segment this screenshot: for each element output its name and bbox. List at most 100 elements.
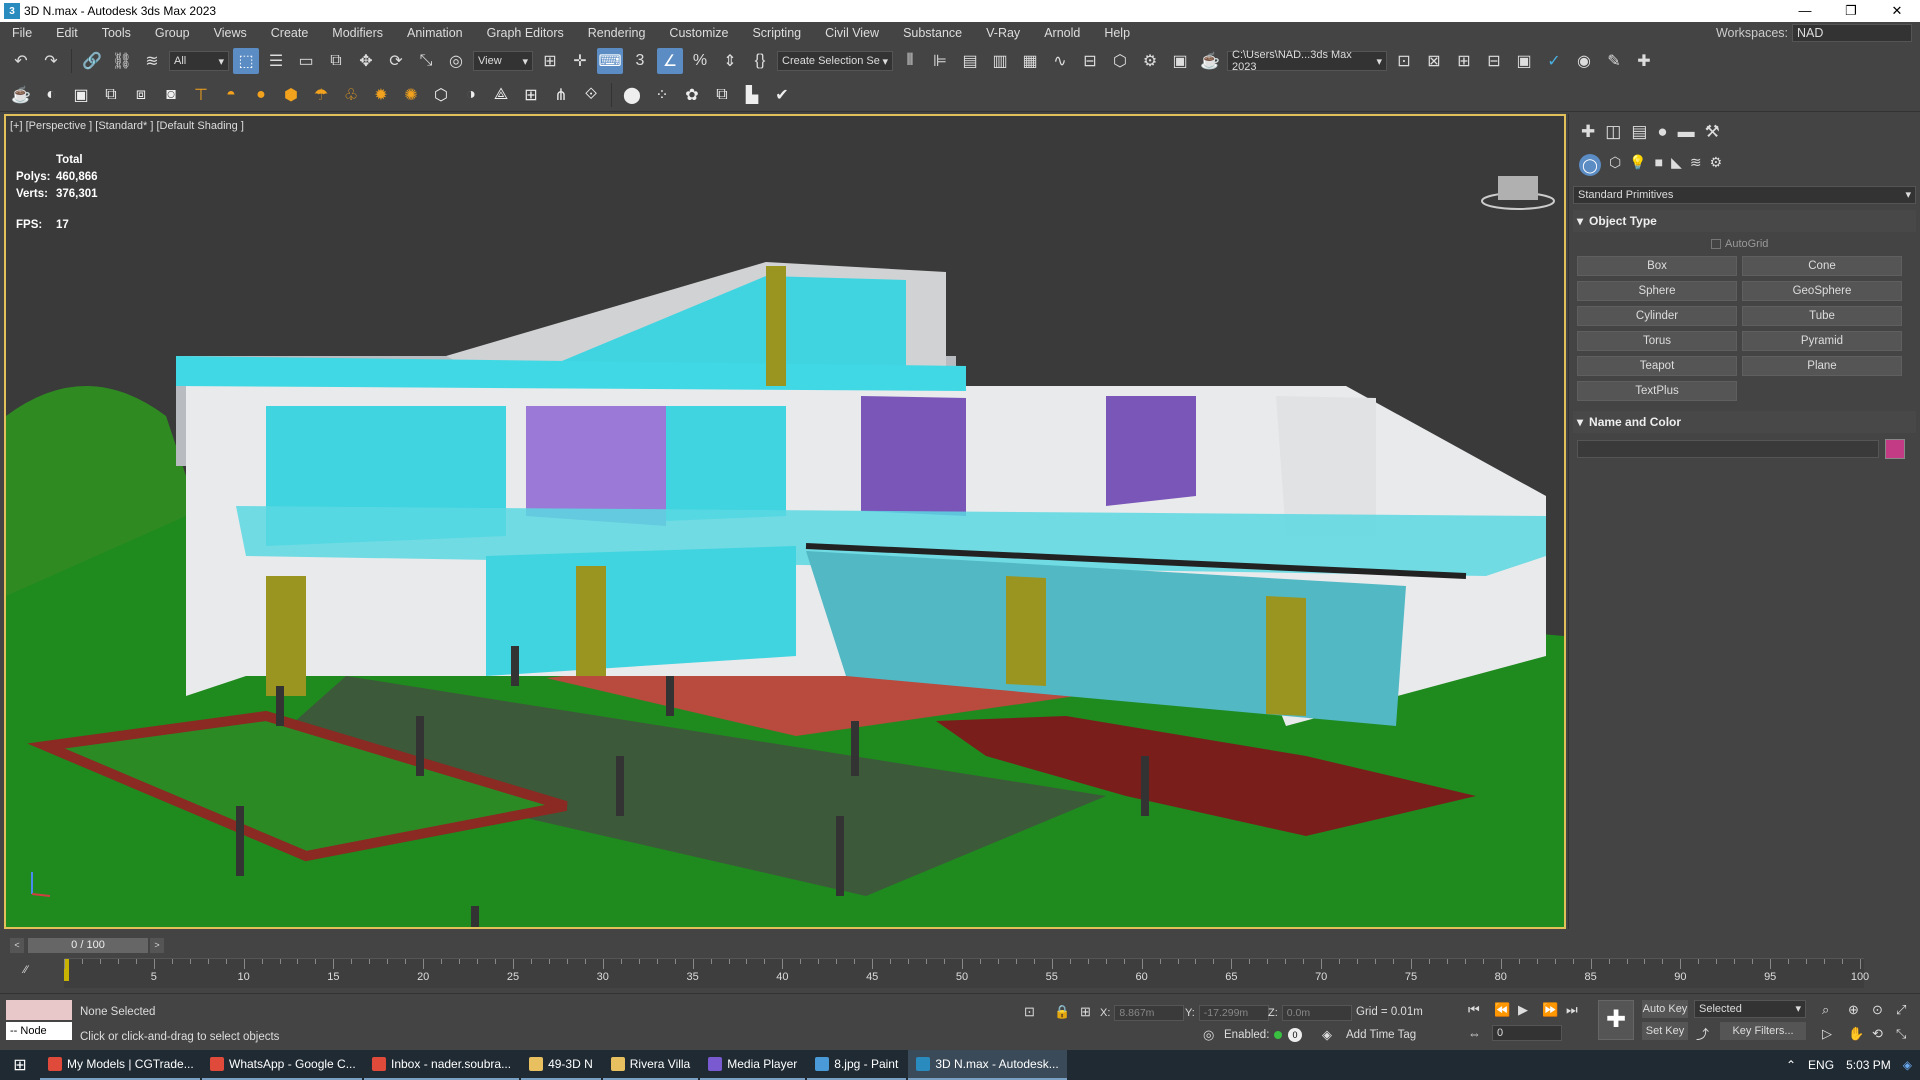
enabled-indicator[interactable] <box>1274 1031 1282 1039</box>
clock[interactable]: 5:03 PM <box>1846 1058 1891 1072</box>
sync-icon[interactable]: ◉ <box>1571 48 1597 74</box>
autogrid-option[interactable]: AutoGrid <box>1711 238 1916 250</box>
select-and-place-icon[interactable]: ◎ <box>443 48 469 74</box>
menu-substance[interactable]: Substance <box>891 22 974 44</box>
menu-customize[interactable]: Customize <box>657 22 740 44</box>
taskbar-item-cgtrader[interactable]: My Models | CGTrade... <box>40 1050 200 1080</box>
plane-button[interactable]: Plane <box>1742 356 1902 376</box>
object-type-header[interactable]: ▾ Object Type <box>1573 210 1916 232</box>
menu-animation[interactable]: Animation <box>395 22 475 44</box>
pan-icon[interactable]: ✋ <box>1848 1026 1864 1042</box>
tray-app-icon[interactable]: ◈ <box>1903 1058 1912 1072</box>
sun-icon[interactable]: ✹ <box>368 82 394 108</box>
key-selection-dropdown[interactable]: Selected ▾ <box>1694 1000 1806 1018</box>
cameras-category-icon[interactable]: ■ <box>1655 154 1663 176</box>
time-slider-thumb[interactable]: 0 / 100 <box>28 938 148 953</box>
dome-light-icon[interactable]: ◓ <box>218 82 244 108</box>
auto-key-button[interactable]: Auto Key <box>1642 1000 1688 1018</box>
select-and-move-icon[interactable]: ✥ <box>353 48 379 74</box>
mirror-icon[interactable]: ⫴ <box>897 48 923 74</box>
start-icon[interactable]: ⊞ <box>0 1055 40 1075</box>
menu-edit[interactable]: Edit <box>44 22 90 44</box>
language-indicator[interactable]: ENG <box>1808 1058 1834 1072</box>
taskbar-item-3dsmax[interactable]: 3D N.max - Autodesk... <box>908 1050 1067 1080</box>
hierarchy-tab-icon[interactable]: ▤ <box>1631 122 1647 142</box>
curve-editor-mini-icon[interactable]: ⁄∕ <box>24 964 28 976</box>
set-project-icon[interactable]: ⊞ <box>1451 48 1477 74</box>
bind-space-warp-icon[interactable]: ≋ <box>139 48 165 74</box>
y-field[interactable]: -17.299m <box>1198 1004 1269 1021</box>
snaps-toggle-icon[interactable]: 3 <box>627 48 653 74</box>
zoom-all-icon[interactable]: ⊕ <box>1848 1002 1859 1018</box>
name-and-color-header[interactable]: ▾ Name and Color <box>1573 411 1916 433</box>
cone-button[interactable]: Cone <box>1742 256 1902 276</box>
teapot-button[interactable]: Teapot <box>1577 356 1737 376</box>
rendered-frame-window-icon[interactable]: ▣ <box>1167 48 1193 74</box>
absolute-mode-icon[interactable]: ⊞ <box>1080 1004 1091 1020</box>
menu-arnold[interactable]: Arnold <box>1032 22 1092 44</box>
menu-rendering[interactable]: Rendering <box>576 22 658 44</box>
time-tag-icon[interactable]: ◈ <box>1322 1027 1332 1043</box>
layer-explorer-icon[interactable]: ▥ <box>987 48 1013 74</box>
utilities-tab-icon[interactable]: ⚒ <box>1705 122 1720 142</box>
geometry-icon[interactable]: ◑ <box>458 82 484 108</box>
viewport-label[interactable]: [+] [Perspective ] [Standard* ] [Default… <box>10 120 244 132</box>
project-folder-dropdown[interactable]: C:\Users\NAD...3ds Max 2023 ▾ <box>1227 49 1387 73</box>
set-key-plus-icon[interactable]: ✚ <box>1598 1000 1634 1040</box>
selection-lock-icon[interactable]: 🔒 <box>1054 1004 1070 1020</box>
taskbar-item-rivera-villa[interactable]: Rivera Villa <box>602 1050 699 1080</box>
perspective-viewport[interactable]: [+] [Perspective ] [Standard* ] [Default… <box>4 114 1566 929</box>
redo-icon[interactable]: ↷ <box>38 48 64 74</box>
edit-named-selection-icon[interactable]: {} <box>747 48 773 74</box>
sphere-icon[interactable]: ◐ <box>38 82 64 108</box>
check-icon[interactable]: ✓ <box>1541 48 1567 74</box>
percent-snap-icon[interactable]: % <box>687 48 713 74</box>
maximize-viewport-icon[interactable]: ⤡ <box>1896 1026 1906 1042</box>
autogrid-checkbox[interactable] <box>1711 239 1721 249</box>
taskbar-item-paint[interactable]: 8.jpg - Paint <box>807 1050 907 1080</box>
motion-tab-icon[interactable]: ● <box>1657 122 1667 142</box>
pivot-center-icon[interactable]: ⊞ <box>537 48 563 74</box>
helpers-category-icon[interactable]: ◣ <box>1671 154 1682 176</box>
copy-icon[interactable]: ⧉ <box>98 82 124 108</box>
spot-light-icon[interactable]: ☂ <box>308 82 334 108</box>
menu-graph-editors[interactable]: Graph Editors <box>475 22 576 44</box>
fur-icon[interactable]: ⋔ <box>548 82 574 108</box>
add-icon[interactable]: ✚ <box>1631 48 1657 74</box>
window-crossing-icon[interactable]: ⧉ <box>323 48 349 74</box>
material-editor-icon[interactable]: ⬡ <box>1107 48 1133 74</box>
teapot-icon[interactable]: ☕ <box>8 82 34 108</box>
menu-civil-view[interactable]: Civil View <box>813 22 891 44</box>
keyboard-shortcut-override-icon[interactable]: ⌨ <box>597 48 623 74</box>
maxscript-listener[interactable] <box>6 1000 72 1020</box>
select-manipulate-icon[interactable]: ✛ <box>567 48 593 74</box>
rectangular-selection-icon[interactable]: ▭ <box>293 48 319 74</box>
sphere-light-icon[interactable]: ● <box>248 82 274 108</box>
align-icon[interactable]: ⊫ <box>927 48 953 74</box>
material-palette-icon[interactable]: ✿ <box>679 82 705 108</box>
toggle-ribbon-icon[interactable]: ▦ <box>1017 48 1043 74</box>
restore-button[interactable]: ❐ <box>1828 0 1874 22</box>
curve-editor-icon[interactable]: ∿ <box>1047 48 1073 74</box>
vray-logo-icon[interactable]: ✔ <box>769 82 795 108</box>
key-tangent-icon[interactable]: ⤴ <box>1696 1024 1709 1043</box>
ambient-light-icon[interactable]: ✺ <box>398 82 424 108</box>
light-icon[interactable]: ⊤ <box>188 82 214 108</box>
taskbar-item-media-player[interactable]: Media Player <box>700 1050 806 1080</box>
display-tab-icon[interactable]: ▬ <box>1678 122 1695 142</box>
select-by-name-icon[interactable]: ☰ <box>263 48 289 74</box>
geometry-category-icon[interactable]: ◯ <box>1579 154 1601 176</box>
next-frame-icon[interactable]: ⏩ <box>1542 1002 1558 1018</box>
menu-vray[interactable]: V-Ray <box>974 22 1032 44</box>
modify-tab-icon[interactable]: ◫ <box>1605 122 1621 142</box>
time-slider-next-icon[interactable]: > <box>150 938 164 953</box>
tray-chevron-icon[interactable]: ⌃ <box>1786 1058 1796 1072</box>
menu-create[interactable]: Create <box>259 22 321 44</box>
render-setup-icon[interactable]: ⚙ <box>1137 48 1163 74</box>
isolate-selection-icon[interactable]: ⊡ <box>1024 1004 1035 1020</box>
angle-snap-icon[interactable]: ∠ <box>657 48 683 74</box>
schematic-view-icon[interactable]: ⊟ <box>1077 48 1103 74</box>
scatter-icon[interactable]: ⟁ <box>488 82 514 108</box>
instance-icon[interactable]: ⧈ <box>128 82 154 108</box>
select-object-icon[interactable]: ⬚ <box>233 48 259 74</box>
